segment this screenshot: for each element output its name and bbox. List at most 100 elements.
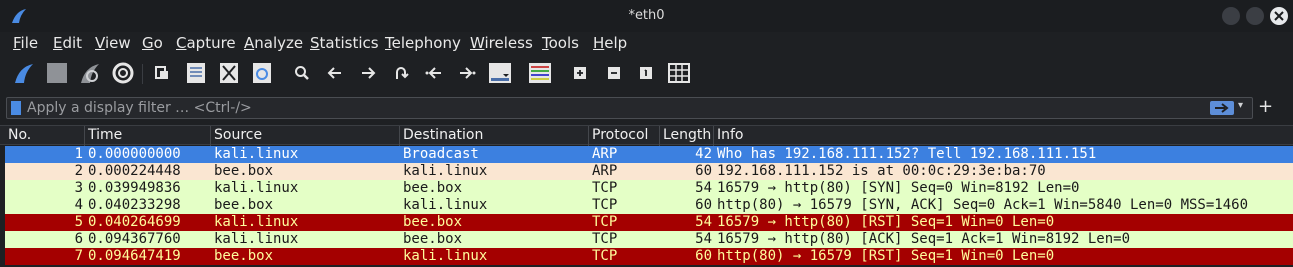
column-length[interactable]: Length [663,127,711,145]
display-filter-bar: ▾ [6,97,1253,119]
close-icon [1274,11,1284,21]
packet-no: 1 [74,146,83,162]
display-filter-input[interactable] [27,98,1197,118]
window-title: *eth0 [628,8,665,23]
menu-help[interactable]: Help [593,34,627,52]
packet-length: 54 [695,231,712,247]
title-bar: *eth0 [0,0,1293,32]
packet-length: 54 [695,180,712,196]
packet-info: 16579 → http(80) [ACK] Seq=1 Ack=1 Win=8… [717,231,1131,247]
colorize-icon[interactable] [527,61,553,85]
minimize-button[interactable] [1222,7,1240,25]
zoom-out-icon[interactable] [602,61,626,85]
packet-protocol: TCP [592,214,618,230]
column-protocol[interactable]: Protocol [592,127,648,145]
packet-length: 60 [695,197,712,213]
column-source[interactable]: Source [214,127,262,145]
packet-row[interactable]: 1 0.000000000 kali.linux Broadcast ARP 4… [5,146,1293,163]
go-forward-icon[interactable] [356,61,380,85]
menu-bar: File Edit View Go Capture Analyze Statis… [0,32,1293,54]
menu-statistics[interactable]: Statistics [310,34,379,52]
packet-row[interactable]: 5 0.040264699 kali.linux bee.box TCP 54 … [5,214,1293,231]
packet-list-header: No. Time Source Destination Protocol Len… [0,125,1293,146]
packet-length: 42 [695,146,712,162]
packet-info: 192.168.111.152 is at 00:0c:29:3e:ba:70 [717,163,1046,179]
packet-time: 0.040264699 [88,214,181,230]
open-file-icon[interactable] [150,61,174,85]
menu-analyze[interactable]: Analyze [244,34,303,52]
packet-destination: bee.box [403,214,463,230]
packet-destination: bee.box [403,231,463,247]
packet-info: http(80) → 16579 [RST] Seq=1 Win=0 Len=0 [717,248,1055,264]
apply-filter-button[interactable] [1210,101,1234,115]
menu-view[interactable]: View [95,34,131,52]
packet-no: 5 [74,214,83,230]
packet-no: 7 [74,248,83,264]
stop-square-icon[interactable] [45,61,69,85]
packet-no: 6 [74,231,83,247]
packet-destination: kali.linux [403,163,488,179]
packet-time: 0.094647419 [88,248,181,264]
menu-capture[interactable]: Capture [176,34,236,52]
packet-info: 16579 → http(80) [SYN] Seq=0 Win=8192 Le… [717,180,1080,196]
packet-time: 0.000000000 [88,146,181,162]
menu-file[interactable]: File [13,34,38,52]
packet-source: bee.box [214,248,274,264]
close-window-button[interactable] [1270,7,1288,25]
packet-row[interactable]: 2 0.000224448 bee.box kali.linux ARP 60 … [5,163,1293,180]
packet-row[interactable]: 4 0.040233298 bee.box kali.linux TCP 60 … [5,197,1293,214]
autoscroll-icon[interactable] [487,61,513,85]
packet-length: 60 [695,248,712,264]
zoom-in-icon[interactable] [568,61,592,85]
options-gear-icon[interactable] [111,61,135,85]
packet-time: 0.000224448 [88,163,181,179]
column-destination[interactable]: Destination [403,127,483,145]
packet-row[interactable]: 3 0.039949836 kali.linux bee.box TCP 54 … [5,180,1293,197]
packet-source: kali.linux [214,146,299,162]
save-file-icon[interactable] [184,61,208,85]
packet-info: Who has 192.168.111.152? Tell 192.168.11… [717,146,1097,162]
packet-row[interactable]: 6 0.094367760 kali.linux bee.box TCP 54 … [5,231,1293,248]
packet-protocol: ARP [592,163,618,179]
go-to-packet-icon[interactable] [389,61,413,85]
packet-protocol: TCP [592,180,618,196]
filter-bookmark-icon[interactable] [11,101,21,115]
packet-time: 0.094367760 [88,231,181,247]
packet-source: bee.box [214,197,274,213]
packet-length: 54 [695,214,712,230]
go-back-icon[interactable] [323,61,347,85]
normal-size-icon[interactable] [634,61,658,85]
menu-tools[interactable]: Tools [542,34,579,52]
packet-protocol: TCP [592,197,618,213]
packet-source: kali.linux [214,214,299,230]
packet-row[interactable]: 7 0.094647419 bee.box kali.linux TCP 60 … [5,248,1293,265]
packet-protocol: ARP [592,146,618,162]
arrow-right-icon [1215,103,1229,113]
menu-edit[interactable]: Edit [53,34,82,52]
column-time[interactable]: Time [88,127,122,145]
resize-columns-icon[interactable] [667,61,691,85]
maximize-button[interactable] [1246,7,1264,25]
first-packet-icon[interactable] [422,61,446,85]
menu-wireless[interactable]: Wireless [470,34,533,52]
packet-length: 60 [695,163,712,179]
packet-no: 2 [74,163,83,179]
column-no[interactable]: No. [8,127,31,145]
last-packet-icon[interactable] [455,61,479,85]
filter-history-dropdown[interactable]: ▾ [1238,100,1243,111]
packet-protocol: TCP [592,231,618,247]
column-info[interactable]: Info [717,127,744,145]
find-packet-icon[interactable] [290,61,314,85]
menu-go[interactable]: Go [142,34,163,52]
packet-source: bee.box [214,163,274,179]
packet-source: kali.linux [214,231,299,247]
menu-telephony[interactable]: Telephony [385,34,461,52]
packet-destination: Broadcast [403,146,479,162]
restart-fin-icon[interactable] [78,61,102,85]
add-filter-button-plus-icon[interactable]: + [1258,96,1273,117]
reload-file-icon[interactable] [250,61,274,85]
close-file-icon[interactable] [217,61,241,85]
shark-fin-start-icon[interactable] [12,61,36,85]
packet-destination: bee.box [403,180,463,196]
packet-protocol: TCP [592,248,618,264]
